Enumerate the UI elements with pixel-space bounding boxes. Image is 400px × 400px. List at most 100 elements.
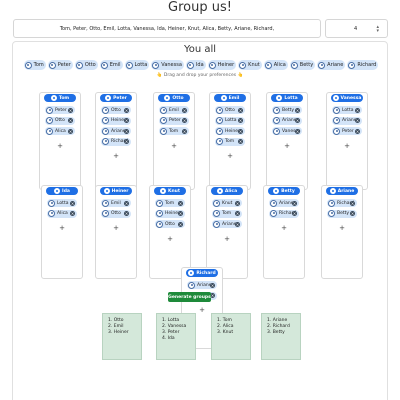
remove-icon[interactable]: × [238, 118, 243, 123]
remove-icon[interactable]: × [355, 128, 360, 134]
remove-icon[interactable]: × [124, 128, 129, 134]
remove-icon[interactable]: × [124, 139, 129, 144]
remove-icon[interactable]: × [124, 118, 129, 123]
add-preference-button[interactable]: + [40, 142, 80, 150]
preference-chip[interactable]: Tom × [159, 127, 189, 135]
add-preference-button[interactable]: + [207, 235, 247, 243]
remove-icon[interactable]: × [295, 118, 300, 123]
preference-chip[interactable]: Heiner × [215, 127, 245, 135]
pool-chip[interactable]: Otto [74, 60, 98, 70]
remove-icon[interactable]: × [124, 200, 129, 206]
preference-chip[interactable]: Ariane × [187, 281, 217, 289]
preference-chip[interactable]: Alica × [47, 209, 77, 218]
preference-chip[interactable]: Richard × [101, 137, 131, 146]
remove-icon[interactable]: × [70, 211, 75, 216]
remove-icon[interactable]: × [178, 211, 183, 216]
remove-icon[interactable]: × [238, 139, 243, 144]
remove-icon[interactable]: × [68, 118, 73, 123]
remove-icon[interactable]: × [238, 128, 243, 134]
remove-icon[interactable]: × [355, 118, 360, 123]
remove-icon[interactable]: × [295, 107, 300, 113]
add-preference-button[interactable]: + [210, 152, 250, 160]
remove-icon[interactable]: × [124, 211, 129, 216]
remove-icon[interactable]: × [182, 118, 187, 123]
preference-chip[interactable]: Otto × [155, 220, 185, 228]
preference-chip[interactable]: Lotta × [332, 106, 362, 114]
group-count-input[interactable]: 4 ▴ ▾ [325, 19, 388, 38]
remove-icon[interactable]: × [292, 200, 297, 206]
preference-chip[interactable]: Tom × [215, 137, 245, 146]
add-preference-button[interactable]: + [322, 224, 362, 232]
pool-chip[interactable]: Betty [289, 60, 316, 70]
up-down-icon[interactable]: ▴ ▾ [376, 25, 379, 34]
preference-chip[interactable]: Heiner × [155, 209, 185, 218]
preference-chip[interactable]: Vanessa × [272, 127, 302, 135]
preference-chip[interactable]: Heiner × [101, 116, 131, 125]
pool-chip[interactable]: Emil [99, 60, 123, 70]
add-preference-button[interactable]: + [96, 152, 136, 160]
pool-chip[interactable]: Lotta [124, 60, 150, 70]
preference-chip[interactable]: Ariane × [332, 116, 362, 125]
preference-chip[interactable]: Alica × [45, 127, 75, 135]
pool-chip[interactable]: Alica [263, 60, 288, 70]
preference-chip[interactable]: Peter × [45, 106, 75, 114]
preference-chip[interactable]: Betty× [272, 106, 302, 114]
add-preference-button[interactable]: + [96, 224, 136, 232]
add-preference-button[interactable]: + [267, 142, 307, 150]
preference-chip[interactable]: Otto × [101, 106, 131, 114]
preference-chip[interactable]: Emil × [159, 106, 189, 114]
remove-icon[interactable]: × [292, 211, 297, 216]
remove-icon[interactable]: × [70, 200, 75, 206]
preference-chip[interactable]: Richard × [269, 209, 299, 218]
preference-chip[interactable]: Ariane × [212, 220, 242, 228]
remove-icon[interactable]: × [350, 200, 355, 206]
pool-chip[interactable]: Tom [23, 60, 46, 70]
remove-icon[interactable]: × [238, 107, 243, 113]
remove-icon[interactable]: × [182, 128, 187, 134]
names-input[interactable]: Tom, Peter, Otto, Emil, Lotta, Vanessa, … [13, 19, 321, 38]
preference-chip[interactable]: Peter × [332, 127, 362, 135]
remove-icon[interactable]: × [210, 282, 215, 288]
add-preference-button[interactable]: + [154, 142, 194, 150]
preference-chip[interactable]: Lotta × [215, 116, 245, 125]
add-preference-button[interactable]: + [264, 224, 304, 232]
preference-chip[interactable]: Tom × [155, 199, 185, 207]
remove-icon[interactable]: × [295, 128, 300, 134]
remove-icon[interactable]: × [182, 107, 187, 113]
remove-icon[interactable]: × [178, 221, 183, 227]
remove-icon[interactable]: × [235, 200, 240, 206]
pool-chip[interactable]: Heiner [207, 60, 237, 70]
add-preference-button[interactable]: + [327, 142, 367, 150]
preference-chip[interactable]: Otto × [45, 116, 75, 125]
pool-chip[interactable]: Knut [238, 60, 262, 70]
remove-icon[interactable]: × [350, 211, 355, 216]
pool-chip[interactable]: Ariane [317, 60, 346, 70]
preference-chip[interactable]: Peter × [159, 116, 189, 125]
remove-icon[interactable]: × [235, 221, 240, 227]
remove-icon[interactable]: × [68, 128, 73, 134]
avatar-icon [276, 95, 283, 101]
preference-chip[interactable]: Betty× [327, 209, 357, 218]
preference-chip[interactable]: Ariane × [269, 199, 299, 207]
preference-chip[interactable]: Ariane × [101, 127, 131, 135]
generate-groups-button[interactable]: Generate groups [168, 292, 211, 302]
preference-chip[interactable]: Richard × [327, 199, 357, 207]
remove-icon[interactable]: × [68, 107, 73, 113]
pool-chip[interactable]: Peter [47, 60, 73, 70]
preference-chip[interactable]: Knut × [212, 199, 242, 207]
preference-chip[interactable]: Otto × [101, 209, 131, 218]
preference-chip[interactable]: Ariane × [272, 116, 302, 125]
preference-chip[interactable]: Tom × [212, 209, 242, 218]
pool-chip[interactable]: Richard [347, 60, 379, 70]
remove-icon[interactable]: × [355, 107, 360, 113]
remove-icon[interactable]: × [124, 107, 129, 113]
preference-chip[interactable]: Emil × [101, 199, 131, 207]
remove-icon[interactable]: × [178, 200, 183, 206]
add-preference-button[interactable]: + [150, 235, 190, 243]
preference-chip[interactable]: Otto × [215, 106, 245, 114]
pool-chip[interactable]: Vanessa [151, 60, 184, 70]
pool-chip[interactable]: Ida [185, 60, 206, 70]
preference-chip[interactable]: Lotta × [47, 199, 77, 207]
remove-icon[interactable]: × [235, 211, 240, 216]
add-preference-button[interactable]: + [42, 224, 82, 232]
